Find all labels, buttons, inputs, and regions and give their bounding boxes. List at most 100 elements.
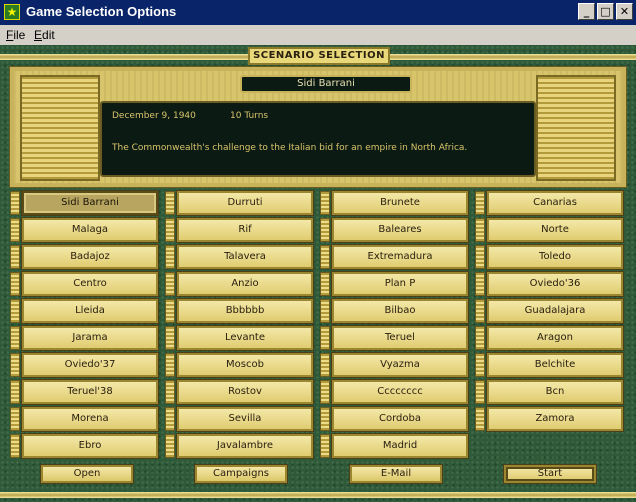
scenario-button[interactable]: Madrid — [331, 433, 469, 459]
start-button[interactable]: Start — [503, 464, 597, 484]
scenario-button[interactable]: Javalambre — [176, 433, 314, 459]
scenario-button[interactable]: Badajoz — [21, 244, 159, 270]
slot-ornament — [10, 434, 20, 458]
scenario-button[interactable]: Oviedo'37 — [21, 352, 159, 378]
menu-file[interactable]: File — [6, 28, 25, 42]
slot-ornament — [165, 299, 175, 323]
slot-ornament — [320, 326, 330, 350]
slot-ornament — [320, 272, 330, 296]
bottom-rail — [0, 492, 636, 498]
slot-ornament — [320, 218, 330, 242]
slot-ornament — [475, 272, 485, 296]
scenario-button[interactable]: Bcn — [486, 379, 624, 405]
scenario-button[interactable]: Morena — [21, 406, 159, 432]
slot-ornament — [10, 299, 20, 323]
scenario-slot: Madrid — [320, 433, 469, 459]
scenario-slot: Malaga — [10, 217, 159, 243]
scenario-slot: Cccccccc — [320, 379, 469, 405]
scenario-info-frame: Sidi Barrani December 9, 1940 10 Turns T… — [9, 66, 627, 188]
minimize-button[interactable]: _ — [578, 3, 595, 20]
scenario-button[interactable]: Aragon — [486, 325, 624, 351]
scenario-panel: SCENARIO SELECTION Sidi Barrani December… — [0, 45, 636, 502]
scenario-button[interactable]: Bilbao — [331, 298, 469, 324]
slot-ornament — [320, 191, 330, 215]
slot-ornament — [10, 326, 20, 350]
email-button[interactable]: E-Mail — [349, 464, 443, 484]
scenario-button[interactable]: Brunete — [331, 190, 469, 216]
scenario-button[interactable]: Extremadura — [331, 244, 469, 270]
scenario-button[interactable]: Norte — [486, 217, 624, 243]
scenario-button[interactable]: Oviedo'36 — [486, 271, 624, 297]
scenario-button[interactable]: Lleida — [21, 298, 159, 324]
scenario-description: The Commonwealth's challenge to the Ital… — [112, 143, 468, 153]
scenario-button[interactable]: Plan P — [331, 271, 469, 297]
maximize-button[interactable]: □ — [597, 3, 614, 20]
scenario-button[interactable]: Canarias — [486, 190, 624, 216]
slot-ornament — [165, 380, 175, 404]
scenario-button[interactable]: Jarama — [21, 325, 159, 351]
slot-ornament — [165, 353, 175, 377]
scenario-slot: Plan P — [320, 271, 469, 297]
scenario-slot: Rif — [165, 217, 314, 243]
scenario-slot: Durruti — [165, 190, 314, 216]
scenario-button[interactable]: Rostov — [176, 379, 314, 405]
scenario-button[interactable]: Ebro — [21, 433, 159, 459]
scenario-turns: 10 Turns — [230, 111, 269, 121]
slot-ornament — [475, 326, 485, 350]
slot-ornament — [320, 245, 330, 269]
slot-ornament — [165, 245, 175, 269]
scenario-button[interactable]: Durruti — [176, 190, 314, 216]
scenario-button[interactable]: Sevilla — [176, 406, 314, 432]
scenario-button[interactable]: Sidi Barrani — [21, 190, 159, 216]
campaigns-button[interactable]: Campaigns — [194, 464, 288, 484]
scenario-button[interactable]: Guadalajara — [486, 298, 624, 324]
slot-ornament — [320, 407, 330, 431]
slot-ornament — [320, 434, 330, 458]
scenario-button[interactable]: Bbbbbb — [176, 298, 314, 324]
scenario-button[interactable]: Anzio — [176, 271, 314, 297]
scenario-slot: Sidi Barrani — [10, 190, 159, 216]
menu-edit[interactable]: Edit — [34, 28, 55, 42]
scenario-slot: Teruel'38 — [10, 379, 159, 405]
slot-ornament — [475, 245, 485, 269]
scenario-button[interactable]: Toledo — [486, 244, 624, 270]
scenario-slot: Extremadura — [320, 244, 469, 270]
slot-ornament — [475, 191, 485, 215]
window-title: Game Selection Options — [26, 4, 177, 19]
slot-ornament — [10, 245, 20, 269]
slot-ornament — [165, 218, 175, 242]
slot-ornament — [165, 272, 175, 296]
scenario-slot: Bilbao — [320, 298, 469, 324]
slot-ornament — [320, 380, 330, 404]
scenario-button[interactable]: Malaga — [21, 217, 159, 243]
open-button[interactable]: Open — [40, 464, 134, 484]
slot-ornament — [165, 434, 175, 458]
scenario-button[interactable]: Centro — [21, 271, 159, 297]
scenario-slot: Oviedo'37 — [10, 352, 159, 378]
scenario-button[interactable]: Cccccccc — [331, 379, 469, 405]
scenario-button[interactable]: Moscob — [176, 352, 314, 378]
scenario-button[interactable]: Belchite — [486, 352, 624, 378]
scenario-button[interactable]: Rif — [176, 217, 314, 243]
slot-ornament — [165, 407, 175, 431]
scenario-slot: Talavera — [165, 244, 314, 270]
scenario-button[interactable]: Teruel — [331, 325, 469, 351]
scenario-button[interactable]: Talavera — [176, 244, 314, 270]
scenario-slot: Teruel — [320, 325, 469, 351]
scenario-slot: Ebro — [10, 433, 159, 459]
scenario-slot: Belchite — [475, 352, 624, 378]
scenario-button[interactable]: Teruel'38 — [21, 379, 159, 405]
scenario-slot: Javalambre — [165, 433, 314, 459]
slot-ornament — [10, 191, 20, 215]
star-icon: ★ — [4, 4, 20, 20]
scenario-button[interactable]: Zamora — [486, 406, 624, 432]
scenario-button[interactable]: Cordoba — [331, 406, 469, 432]
scenario-button[interactable]: Baleares — [331, 217, 469, 243]
scenario-button[interactable]: Vyazma — [331, 352, 469, 378]
scenario-slot: Rostov — [165, 379, 314, 405]
close-button[interactable]: ✕ — [616, 3, 633, 20]
scenario-slot: Lleida — [10, 298, 159, 324]
scenario-slot: Levante — [165, 325, 314, 351]
scenario-button[interactable]: Levante — [176, 325, 314, 351]
menu-bar: File Edit — [0, 25, 636, 45]
